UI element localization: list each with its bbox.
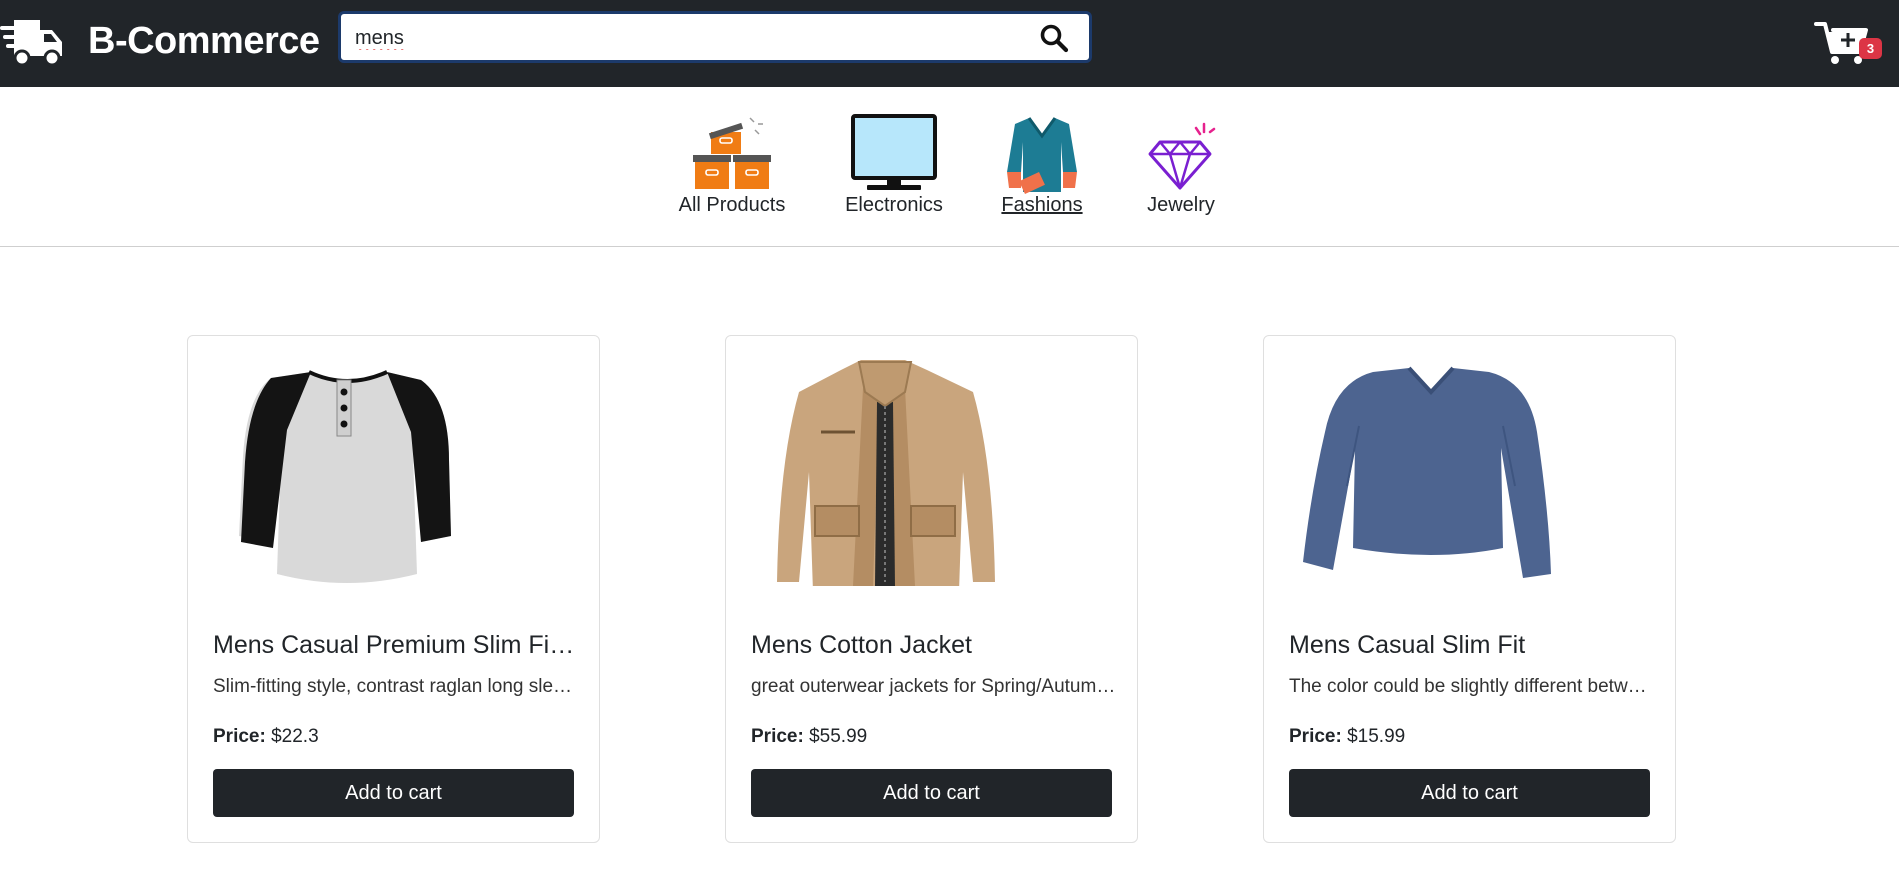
raglan-henley-shirt-image — [239, 370, 451, 583]
product-price: Price: $15.99 — [1289, 726, 1405, 748]
category-electronics[interactable]: Electronics — [842, 87, 946, 217]
product-price: Price: $22.3 — [213, 726, 319, 748]
category-label: Jewelry — [1147, 194, 1215, 216]
khaki-cotton-jacket-image — [777, 360, 995, 586]
category-jewelry[interactable]: Jewelry — [1141, 87, 1221, 217]
price-label: Price: — [213, 726, 266, 747]
product-card: Mens Cotton Jacket great outerwear jacke… — [725, 335, 1138, 843]
category-bar: All Products Electronics Fashions Jewelr… — [0, 87, 1899, 247]
category-label: Electronics — [845, 194, 943, 216]
category-fashions[interactable]: Fashions — [1001, 87, 1083, 217]
price-label: Price: — [1289, 726, 1342, 747]
diamond-icon — [1148, 122, 1216, 190]
boxes-icon — [693, 117, 771, 189]
price-value: $15.99 — [1347, 726, 1406, 747]
search-box — [338, 11, 1092, 63]
cart-count-badge: 3 — [1859, 38, 1882, 59]
category-all-products[interactable]: All Products — [677, 87, 787, 217]
price-value: $55.99 — [809, 726, 868, 747]
product-title[interactable]: Mens Casual Premium Slim Fit T-Shirts — [213, 631, 578, 660]
product-price: Price: $55.99 — [751, 726, 867, 748]
product-title[interactable]: Mens Casual Slim Fit — [1289, 631, 1654, 660]
top-navbar: B-Commerce 3 — [0, 0, 1899, 87]
search-icon[interactable] — [1039, 23, 1069, 53]
product-description: great outerwear jackets for Spring/Autum… — [751, 676, 1116, 697]
price-value: $22.3 — [271, 726, 319, 747]
delivery-truck-icon — [0, 20, 62, 67]
product-card: Mens Casual Premium Slim Fit T-Shirts Sl… — [187, 335, 600, 843]
category-label: All Products — [678, 194, 786, 216]
product-description: Slim-fitting style, contrast raglan long… — [213, 676, 578, 697]
add-to-cart-button[interactable]: Add to cart — [213, 769, 574, 817]
add-to-cart-button[interactable]: Add to cart — [1289, 769, 1650, 817]
brand-name[interactable]: B-Commerce — [88, 20, 320, 63]
price-label: Price: — [751, 726, 804, 747]
product-card: Mens Casual Slim Fit The color could be … — [1263, 335, 1676, 843]
add-to-cart-button[interactable]: Add to cart — [751, 769, 1112, 817]
category-label: Fashions — [1001, 194, 1083, 216]
product-title[interactable]: Mens Cotton Jacket — [751, 631, 1116, 660]
monitor-icon — [851, 114, 937, 190]
blue-vneck-longsleeve-image — [1303, 366, 1551, 578]
jacket-icon — [1007, 117, 1077, 194]
product-description: The color could be slightly different be… — [1289, 676, 1654, 697]
search-input[interactable] — [355, 24, 995, 52]
